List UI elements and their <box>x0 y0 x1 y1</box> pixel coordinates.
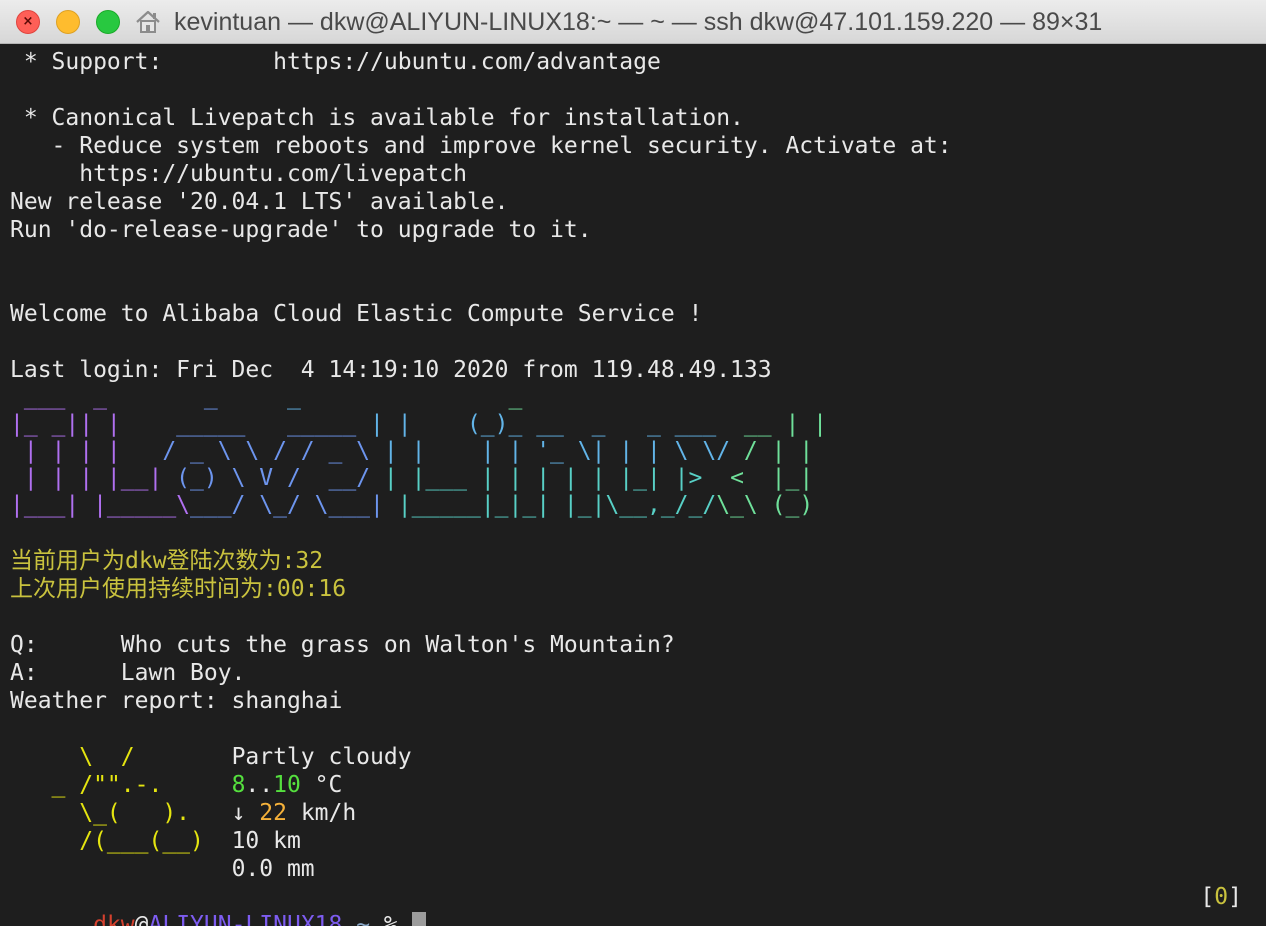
temp-unit: °C <box>300 772 343 798</box>
banner-seg: | | | |__| <box>10 465 163 491</box>
banner-seg: | |___ | | | | | |_| |> <box>383 465 703 491</box>
motd-reduce: - Reduce system reboots and improve kern… <box>10 133 952 159</box>
precipitation: 0.0 mm <box>231 856 315 882</box>
last-login: Last login: Fri Dec 4 14:19:10 2020 from… <box>10 357 772 383</box>
temp-high: 10 <box>273 772 301 798</box>
weather-row-precip: 0.0 mm <box>10 855 1256 883</box>
prompt-host: ALIYUN-LINUX18 <box>148 912 343 926</box>
title-bar[interactable]: × kevintuan — dkw@ALIYUN-LINUX18:~ — ~ —… <box>0 0 1266 44</box>
motd-livepatch: * Canonical Livepatch is available for i… <box>10 105 744 131</box>
weather-header: Weather report: shanghai <box>10 688 343 714</box>
banner-seg: \_\ (_) <box>716 492 814 518</box>
banner-seg: __ | | <box>716 411 827 437</box>
temp-low: 8 <box>231 772 246 798</box>
wind-speed: 22 <box>259 800 287 826</box>
prompt-path: ~ <box>342 912 384 926</box>
temp-sep: .. <box>245 772 274 798</box>
weather-art: /(___(__) <box>10 828 232 854</box>
status-open: [ <box>1200 884 1215 910</box>
banner-seg: (_) \ V / __/ <box>162 465 384 491</box>
minimize-button[interactable] <box>56 10 80 34</box>
text-cursor[interactable] <box>411 912 426 926</box>
close-button[interactable]: × <box>16 10 40 34</box>
status-close: ] <box>1228 884 1242 910</box>
visibility: 10 km <box>231 828 301 854</box>
banner-line: | | | |__| (_) \ V / __/ | |___ | | | | … <box>10 465 1256 492</box>
banner-seg: ___ _ <box>10 384 107 410</box>
terminal-window: × kevintuan — dkw@ALIYUN-LINUX18:~ — ~ —… <box>0 0 1266 926</box>
banner-seg: | | | | <box>10 438 121 464</box>
banner-seg: / _ \ \ / / _ \ <box>120 438 384 464</box>
motd-support: * Support: https://ubuntu.com/advantage <box>10 49 661 75</box>
banner-seg: _ <box>300 384 523 410</box>
banner-seg: / | | <box>730 438 814 464</box>
banner-seg: | | (_)_ __ _ _ ___ <box>370 411 717 437</box>
exit-status: [0] <box>1200 883 1242 911</box>
fortune-question: Q: Who cuts the grass on Walton's Mounta… <box>10 632 675 658</box>
banner-seg: < |_| <box>702 465 814 491</box>
wind-unit: km/h <box>286 800 357 826</box>
banner-line: |___| |_____\___/ \_/ \___| |_____|_|_| … <box>10 492 1256 519</box>
window-title: kevintuan — dkw@ALIYUN-LINUX18:~ — ~ — s… <box>174 8 1103 36</box>
motd-new-release: New release '20.04.1 LTS' available. <box>10 189 509 215</box>
weather-row-wind: \_( ). ↓ 22 km/h <box>10 799 1256 827</box>
ascii-banner: ___ _ _ _ _ |_ _|| | _____ _____ | | (_)… <box>10 384 1256 519</box>
motd-run-upgrade: Run 'do-release-upgrade' to upgrade to i… <box>10 217 592 243</box>
close-icon: × <box>22 14 34 29</box>
banner-seg: | | | | '_ \| | | \ \/ <box>383 438 731 464</box>
banner-seg: |___| |_____\ <box>10 492 191 518</box>
weather-art: \_( ). <box>10 800 232 826</box>
weather-condition: Partly cloudy <box>231 744 412 770</box>
terminal-output[interactable]: * Support: https://ubuntu.com/advantage … <box>10 48 1256 926</box>
shell-prompt[interactable]: dkw@ALIYUN-LINUX18 ~ % [0] <box>10 883 1256 926</box>
weather-row-condition: \ / Partly cloudy <box>10 743 1256 771</box>
banner-seg: |_ _|| | <box>10 411 121 437</box>
banner-line: ___ _ _ _ _ <box>10 384 1256 411</box>
banner-seg: _____ _____ <box>120 411 371 437</box>
weather-row-visibility: /(___(__) 10 km <box>10 827 1256 855</box>
banner-seg: ___/ \_/ \___| <box>190 492 398 518</box>
banner-seg: _ <box>217 384 301 410</box>
banner-seg: |_____|_|_| |_|\__,_/_/ <box>397 492 717 518</box>
weather-art: \ / <box>10 744 232 770</box>
prompt-symbol: % <box>383 912 412 926</box>
banner-seg: _ <box>106 384 218 410</box>
motd-livepatch-url: https://ubuntu.com/livepatch <box>10 161 467 187</box>
welcome-message: Welcome to Alibaba Cloud Elastic Compute… <box>10 301 703 327</box>
weather-row-temp: _ /"".-. 8..10 °C <box>10 771 1256 799</box>
zoom-button[interactable] <box>96 10 120 34</box>
login-count: 当前用户为dkw登陆次数为:32 <box>10 548 324 574</box>
session-duration: 上次用户使用持续时间为:00:16 <box>10 576 347 602</box>
banner-line: |_ _|| | _____ _____ | | (_)_ __ _ _ ___… <box>10 411 1256 438</box>
weather-art: _ /"".-. <box>10 772 232 798</box>
prompt-at: @ <box>134 912 149 926</box>
banner-line: | | | | / _ \ \ / / _ \ | | | | '_ \| | … <box>10 438 1256 465</box>
wind-arrow-icon: ↓ <box>231 800 246 826</box>
home-icon <box>136 10 160 33</box>
fortune-answer: A: Lawn Boy. <box>10 660 246 686</box>
prompt-user: dkw <box>93 912 135 926</box>
precip-pad <box>10 856 232 882</box>
status-number: 0 <box>1214 884 1229 910</box>
